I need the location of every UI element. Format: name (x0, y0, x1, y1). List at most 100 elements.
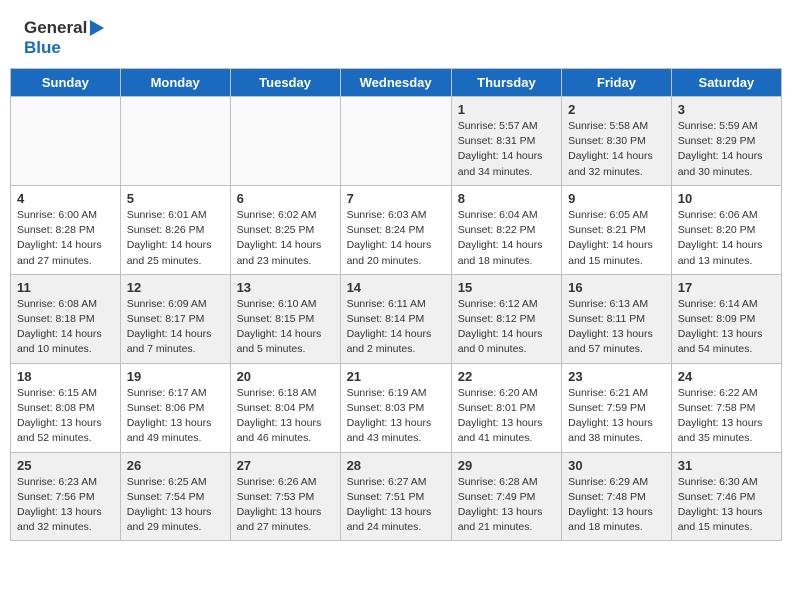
calendar-cell: 31 Sunrise: 6:30 AM Sunset: 7:46 PM Dayli… (671, 452, 781, 541)
weekday-header-saturday: Saturday (671, 69, 781, 97)
day-info: Sunrise: 6:30 AM Sunset: 7:46 PM Dayligh… (678, 475, 775, 536)
calendar-cell: 30 Sunrise: 6:29 AM Sunset: 7:48 PM Dayli… (562, 452, 672, 541)
calendar-week-row: 4 Sunrise: 6:00 AM Sunset: 8:28 PM Daylig… (11, 185, 782, 274)
day-number: 4 (17, 191, 114, 206)
day-info: Sunrise: 6:00 AM Sunset: 8:28 PM Dayligh… (17, 208, 114, 269)
calendar-wrapper: SundayMondayTuesdayWednesdayThursdayFrid… (0, 68, 792, 551)
calendar-cell: 25Sunrise: 6:23 AM Sunset: 7:56 PM Dayli… (11, 452, 121, 541)
day-number: 12 (127, 280, 224, 295)
calendar-cell: 2 Sunrise: 5:58 AM Sunset: 8:30 PM Daylig… (562, 97, 672, 186)
day-info: Sunrise: 6:05 AM Sunset: 8:21 PM Dayligh… (568, 208, 665, 269)
page-wrapper: General Blue SundayMondayTuesdayWednesda… (0, 0, 792, 551)
calendar-cell: 14 Sunrise: 6:11 AM Sunset: 8:14 PM Dayli… (340, 274, 451, 363)
day-number: 15 (458, 280, 555, 295)
day-info: Sunrise: 6:11 AM Sunset: 8:14 PM Dayligh… (347, 297, 445, 358)
day-info: Sunrise: 6:25 AM Sunset: 7:54 PM Dayligh… (127, 475, 224, 536)
calendar-cell: 21 Sunrise: 6:19 AM Sunset: 8:03 PM Dayli… (340, 363, 451, 452)
day-info: Sunrise: 6:02 AM Sunset: 8:25 PM Dayligh… (237, 208, 334, 269)
calendar-cell: 24 Sunrise: 6:22 AM Sunset: 7:58 PM Dayli… (671, 363, 781, 452)
day-number: 7 (347, 191, 445, 206)
day-info: Sunrise: 6:22 AM Sunset: 7:58 PM Dayligh… (678, 386, 775, 447)
day-number: 9 (568, 191, 665, 206)
calendar-cell: 5Sunrise: 6:01 AM Sunset: 8:26 PM Daylig… (120, 185, 230, 274)
day-number: 29 (458, 458, 555, 473)
day-info: Sunrise: 6:10 AM Sunset: 8:15 PM Dayligh… (237, 297, 334, 358)
calendar-cell: 20Sunrise: 6:18 AM Sunset: 8:04 PM Dayli… (230, 363, 340, 452)
day-info: Sunrise: 6:09 AM Sunset: 8:17 PM Dayligh… (127, 297, 224, 358)
day-info: Sunrise: 5:57 AM Sunset: 8:31 PM Dayligh… (458, 119, 555, 180)
calendar-header: SundayMondayTuesdayWednesdayThursdayFrid… (11, 69, 782, 97)
logo-blue-text: Blue (24, 38, 61, 57)
calendar-cell: 22 Sunrise: 6:20 AM Sunset: 8:01 PM Dayli… (451, 363, 561, 452)
day-info: Sunrise: 6:14 AM Sunset: 8:09 PM Dayligh… (678, 297, 775, 358)
calendar-cell: 13 Sunrise: 6:10 AM Sunset: 8:15 PM Dayli… (230, 274, 340, 363)
day-number: 28 (347, 458, 445, 473)
day-info: Sunrise: 6:13 AM Sunset: 8:11 PM Dayligh… (568, 297, 665, 358)
day-info: Sunrise: 6:06 AM Sunset: 8:20 PM Dayligh… (678, 208, 775, 269)
calendar-cell: 10 Sunrise: 6:06 AM Sunset: 8:20 PM Dayli… (671, 185, 781, 274)
day-number: 11 (17, 280, 114, 295)
calendar-week-row: 11Sunrise: 6:08 AM Sunset: 8:18 PM Dayli… (11, 274, 782, 363)
day-number: 24 (678, 369, 775, 384)
day-info: Sunrise: 6:26 AM Sunset: 7:53 PM Dayligh… (237, 475, 334, 536)
day-number: 18 (17, 369, 114, 384)
calendar-cell (120, 97, 230, 186)
calendar-cell: 12 Sunrise: 6:09 AM Sunset: 8:17 PM Dayli… (120, 274, 230, 363)
day-info: Sunrise: 6:19 AM Sunset: 8:03 PM Dayligh… (347, 386, 445, 447)
calendar-cell: 17 Sunrise: 6:14 AM Sunset: 8:09 PM Dayli… (671, 274, 781, 363)
day-number: 10 (678, 191, 775, 206)
day-number: 8 (458, 191, 555, 206)
day-info: Sunrise: 6:17 AM Sunset: 8:06 PM Dayligh… (127, 386, 224, 447)
calendar-cell (230, 97, 340, 186)
calendar-cell: 27Sunrise: 6:26 AM Sunset: 7:53 PM Dayli… (230, 452, 340, 541)
calendar-cell: 28Sunrise: 6:27 AM Sunset: 7:51 PM Dayli… (340, 452, 451, 541)
day-info: Sunrise: 6:12 AM Sunset: 8:12 PM Dayligh… (458, 297, 555, 358)
logo-general-text: General (24, 18, 87, 38)
day-number: 2 (568, 102, 665, 117)
day-info: Sunrise: 6:03 AM Sunset: 8:24 PM Dayligh… (347, 208, 445, 269)
calendar-cell: 9 Sunrise: 6:05 AM Sunset: 8:21 PM Daylig… (562, 185, 672, 274)
calendar-cell: 23 Sunrise: 6:21 AM Sunset: 7:59 PM Dayli… (562, 363, 672, 452)
calendar-cell: 29 Sunrise: 6:28 AM Sunset: 7:49 PM Dayli… (451, 452, 561, 541)
weekday-header-sunday: Sunday (11, 69, 121, 97)
day-info: Sunrise: 6:28 AM Sunset: 7:49 PM Dayligh… (458, 475, 555, 536)
calendar-week-row: 18Sunrise: 6:15 AM Sunset: 8:08 PM Dayli… (11, 363, 782, 452)
day-number: 17 (678, 280, 775, 295)
calendar-week-row: 25Sunrise: 6:23 AM Sunset: 7:56 PM Dayli… (11, 452, 782, 541)
calendar-cell: 8Sunrise: 6:04 AM Sunset: 8:22 PM Daylig… (451, 185, 561, 274)
day-info: Sunrise: 5:59 AM Sunset: 8:29 PM Dayligh… (678, 119, 775, 180)
day-number: 13 (237, 280, 334, 295)
day-info: Sunrise: 5:58 AM Sunset: 8:30 PM Dayligh… (568, 119, 665, 180)
day-info: Sunrise: 6:21 AM Sunset: 7:59 PM Dayligh… (568, 386, 665, 447)
calendar-cell: 16 Sunrise: 6:13 AM Sunset: 8:11 PM Dayli… (562, 274, 672, 363)
calendar-cell: 7 Sunrise: 6:03 AM Sunset: 8:24 PM Daylig… (340, 185, 451, 274)
calendar-body: 1Sunrise: 5:57 AM Sunset: 8:31 PM Daylig… (11, 97, 782, 541)
day-number: 31 (678, 458, 775, 473)
calendar-cell: 15 Sunrise: 6:12 AM Sunset: 8:12 PM Dayli… (451, 274, 561, 363)
calendar-cell: 11Sunrise: 6:08 AM Sunset: 8:18 PM Dayli… (11, 274, 121, 363)
day-number: 16 (568, 280, 665, 295)
day-number: 23 (568, 369, 665, 384)
day-number: 26 (127, 458, 224, 473)
day-number: 30 (568, 458, 665, 473)
day-info: Sunrise: 6:20 AM Sunset: 8:01 PM Dayligh… (458, 386, 555, 447)
weekday-header-friday: Friday (562, 69, 672, 97)
day-info: Sunrise: 6:29 AM Sunset: 7:48 PM Dayligh… (568, 475, 665, 536)
calendar-cell (340, 97, 451, 186)
calendar-cell (11, 97, 121, 186)
logo-arrow-icon (90, 20, 104, 36)
calendar-cell: 6Sunrise: 6:02 AM Sunset: 8:25 PM Daylig… (230, 185, 340, 274)
calendar-cell: 19Sunrise: 6:17 AM Sunset: 8:06 PM Dayli… (120, 363, 230, 452)
calendar-table: SundayMondayTuesdayWednesdayThursdayFrid… (10, 68, 782, 541)
day-number: 20 (237, 369, 334, 384)
day-number: 14 (347, 280, 445, 295)
calendar-cell: 3 Sunrise: 5:59 AM Sunset: 8:29 PM Daylig… (671, 97, 781, 186)
weekday-header-wednesday: Wednesday (340, 69, 451, 97)
logo: General Blue (24, 18, 104, 58)
day-number: 3 (678, 102, 775, 117)
day-number: 22 (458, 369, 555, 384)
calendar-week-row: 1Sunrise: 5:57 AM Sunset: 8:31 PM Daylig… (11, 97, 782, 186)
day-info: Sunrise: 6:01 AM Sunset: 8:26 PM Dayligh… (127, 208, 224, 269)
weekday-header-monday: Monday (120, 69, 230, 97)
day-number: 21 (347, 369, 445, 384)
